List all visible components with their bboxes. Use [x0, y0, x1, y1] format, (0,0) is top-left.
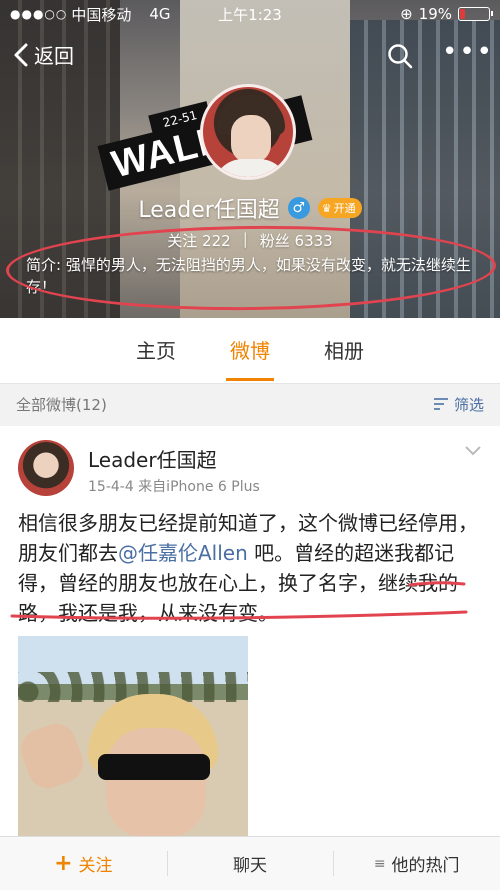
- follow-label: 关注: [78, 856, 113, 876]
- profile-username: Leader任国超: [138, 198, 280, 223]
- top-nav: 返回 •••: [0, 36, 500, 76]
- all-posts-count: 全部微博(12): [16, 395, 107, 414]
- profile-intro: 简介: 强悍的男人，无法阻挡的男人，如果没有改变，就无法继续生存！: [26, 256, 471, 296]
- following-count: 222: [202, 232, 231, 250]
- filter-button[interactable]: 筛选: [433, 394, 484, 415]
- bottom-action-bar: + 关注 聊天 ≡ 他的热门: [0, 836, 500, 890]
- back-button[interactable]: 返回: [12, 40, 74, 69]
- chevron-down-icon[interactable]: [464, 444, 482, 458]
- post-card[interactable]: Leader任国超 15-4-4 来自iPhone 6 Plus 相信很多朋友已…: [0, 426, 500, 836]
- profile-tabs: 主页 微博 相册: [0, 318, 500, 384]
- chat-label: 聊天: [233, 856, 267, 876]
- following-stat[interactable]: 关注 222: [167, 230, 230, 251]
- battery-icon: [458, 7, 493, 21]
- hot-posts-button[interactable]: ≡ 他的热门: [333, 837, 500, 890]
- chevron-left-icon: [14, 43, 28, 66]
- follow-button[interactable]: + 关注: [0, 837, 167, 890]
- followers-label: 粉丝: [259, 232, 290, 250]
- carrier-name: 中国移动: [71, 5, 132, 24]
- post-text: 相信很多朋友已经提前知道了，这个微博已经停用，朋友们都去@任嘉伦Allen 吧。…: [18, 508, 480, 628]
- tab-home[interactable]: 主页: [136, 318, 176, 383]
- profile-avatar[interactable]: [200, 84, 296, 180]
- battery-percent: 19%: [418, 5, 452, 23]
- hot-posts-label: 他的热门: [391, 856, 460, 876]
- vip-badge[interactable]: ♛ 开通: [317, 198, 362, 218]
- signal-strength: ●●●○○: [10, 7, 68, 21]
- tab-album[interactable]: 相册: [324, 318, 364, 383]
- tab-weibo[interactable]: 微博: [226, 318, 274, 383]
- followers-count: 6333: [294, 232, 333, 250]
- profile-stats: 关注 222 | 粉丝 6333: [0, 230, 500, 251]
- stats-separator: |: [242, 230, 248, 248]
- vip-label: 开通: [333, 202, 356, 215]
- filter-icon: [433, 398, 448, 410]
- battery-fill: [460, 9, 465, 19]
- chat-button[interactable]: 聊天: [166, 837, 334, 890]
- rotation-lock-icon: ⊕: [400, 5, 413, 23]
- post-photo[interactable]: [18, 636, 248, 836]
- followers-stat[interactable]: 粉丝 6333: [260, 230, 333, 251]
- menu-icon: ≡: [373, 855, 386, 872]
- network-type: 4G: [149, 5, 171, 23]
- profile-name-row: Leader任国超 ♂ ♛ 开通: [0, 192, 500, 224]
- search-icon[interactable]: [386, 42, 414, 70]
- post-author-avatar[interactable]: [18, 440, 74, 496]
- more-options-icon[interactable]: •••: [442, 39, 492, 70]
- filter-label: 筛选: [453, 395, 484, 414]
- plus-icon: +: [54, 851, 73, 876]
- status-bar: ●●●○○ 中国移动 4G 上午1:23 ⊕ 19%: [0, 0, 500, 28]
- male-icon: ♂: [287, 197, 310, 219]
- post-meta: 15-4-4 来自iPhone 6 Plus: [88, 479, 260, 495]
- crown-icon: ♛: [321, 201, 332, 215]
- post-mention-link[interactable]: @任嘉伦Allen: [118, 541, 248, 565]
- filter-bar: 全部微博(12) 筛选: [0, 384, 500, 424]
- post-author-name[interactable]: Leader任国超: [88, 444, 217, 473]
- back-label: 返回: [34, 44, 74, 68]
- following-label: 关注: [167, 232, 198, 250]
